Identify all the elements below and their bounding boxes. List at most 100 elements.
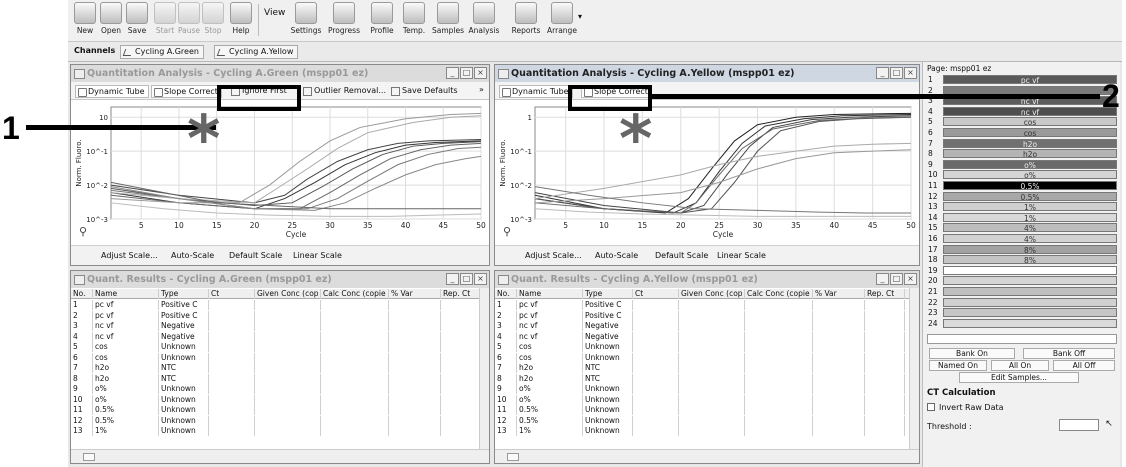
table-row[interactable]: 10 o% Unknown	[71, 394, 481, 405]
table-row[interactable]: 3 nc vf Negative	[495, 321, 909, 331]
column-header[interactable]: Name	[93, 289, 159, 299]
view-temp-button[interactable]: Temp.	[396, 2, 432, 35]
vertical-scrollbar[interactable]	[909, 288, 919, 449]
table-row[interactable]: 5 cos Unknown	[71, 342, 481, 352]
table-row[interactable]: 13 1% Unknown	[71, 426, 481, 436]
vertical-scrollbar[interactable]	[479, 288, 489, 449]
table-row[interactable]: 7 h2o NTC	[71, 363, 481, 373]
sample-name-cell[interactable]: h2o	[943, 149, 1117, 159]
threshold-input[interactable]	[1059, 419, 1099, 431]
zoom-icon[interactable]: ⚲	[79, 225, 87, 238]
column-header[interactable]: % Var	[389, 289, 441, 299]
table-row[interactable]: 9 o% Unknown	[71, 384, 481, 394]
adjust-scale-button[interactable]: Adjust Scale...	[525, 251, 582, 260]
sample-row[interactable]: 17 8%	[925, 244, 1119, 255]
minimize-icon[interactable]: _	[876, 67, 889, 79]
pause-button[interactable]: Pause	[176, 2, 202, 35]
sample-row[interactable]: 24	[925, 318, 1119, 329]
linear-scale-button[interactable]: Linear Scale	[293, 251, 342, 260]
sample-name-cell[interactable]: 8%	[943, 255, 1117, 265]
view-profile-button[interactable]: Profile	[364, 2, 400, 35]
sample-name-cell[interactable]	[943, 287, 1117, 296]
column-header[interactable]: Name	[517, 289, 583, 299]
sample-row[interactable]: 4 nc vf	[925, 106, 1119, 117]
sample-row[interactable]: 7 h2o	[925, 138, 1119, 149]
sample-row[interactable]: 13 1%	[925, 202, 1119, 212]
sample-row[interactable]: 18 8%	[925, 255, 1119, 265]
sample-row[interactable]: 16 4%	[925, 234, 1119, 244]
sample-row[interactable]: 19	[925, 265, 1119, 276]
sample-row[interactable]: 12 0.5%	[925, 191, 1119, 202]
table-row[interactable]: 10 o% Unknown	[495, 394, 909, 405]
table-row[interactable]: 4 nc vf Negative	[495, 331, 909, 342]
scroll-thumb[interactable]	[507, 453, 519, 461]
minimize-icon[interactable]: _	[446, 67, 459, 79]
column-header[interactable]: Ct	[209, 289, 255, 299]
auto-scale-button[interactable]: Auto-Scale	[171, 251, 214, 260]
help-button[interactable]: Help	[228, 2, 254, 35]
sample-row[interactable]: 21	[925, 287, 1119, 297]
sample-name-cell[interactable]: cos	[943, 128, 1117, 138]
maximize-icon[interactable]: □	[890, 273, 903, 285]
sample-name-cell[interactable]: nc vf	[943, 106, 1117, 117]
sample-name-cell[interactable]: 1%	[943, 202, 1117, 212]
close-icon[interactable]: ×	[474, 67, 487, 79]
table-row[interactable]: 8 h2o NTC	[71, 373, 481, 384]
horizontal-scrollbar[interactable]	[495, 449, 919, 463]
linear-scale-button[interactable]: Linear Scale	[717, 251, 766, 260]
slope-correct-button[interactable]: Slope Correct	[151, 85, 222, 98]
threshold-pointer-icon[interactable]: ↖	[1103, 419, 1115, 431]
invert-raw-data-checkbox[interactable]	[927, 403, 935, 411]
table-row[interactable]: 11 0.5% Unknown	[71, 405, 481, 415]
column-header[interactable]: Given Conc (cop	[679, 289, 745, 299]
sample-name-cell[interactable]: 8%	[943, 244, 1117, 255]
column-header[interactable]: Calc Conc (copie	[745, 289, 813, 299]
table-row[interactable]: 7 h2o NTC	[495, 363, 909, 373]
column-header[interactable]: Rep. Ct	[441, 289, 481, 299]
more-tools-icon[interactable]: »	[479, 85, 484, 94]
open-button[interactable]: Open	[98, 2, 124, 35]
close-icon[interactable]: ×	[904, 273, 917, 285]
channel-tab-yellow[interactable]: Cycling A.Yellow	[214, 45, 299, 59]
table-row[interactable]: 1 pc vf Positive C	[495, 300, 909, 310]
start-button[interactable]: Start	[152, 2, 178, 35]
sample-row[interactable]: 1 pc vf	[925, 75, 1119, 85]
table-row[interactable]: 6 cos Unknown	[71, 352, 481, 363]
column-header[interactable]: Ct	[633, 289, 679, 299]
sample-name-cell[interactable]: 0.5%	[943, 191, 1117, 202]
default-scale-button[interactable]: Default Scale	[655, 251, 708, 260]
sample-name-cell[interactable]: h2o	[943, 138, 1117, 149]
view-progress-button[interactable]: Progress	[326, 2, 362, 35]
dynamic-tube-button[interactable]: Dynamic Tube	[499, 85, 573, 98]
sample-row[interactable]: 9 o%	[925, 159, 1119, 170]
sample-row[interactable]: 23	[925, 308, 1119, 318]
table-row[interactable]: 13 1% Unknown	[495, 426, 909, 436]
sample-name-cell[interactable]: o%	[943, 159, 1117, 170]
stop-button[interactable]: Stop	[200, 2, 226, 35]
table-row[interactable]: 6 cos Unknown	[495, 352, 909, 363]
sample-name-cell[interactable]: 0.5%	[943, 181, 1117, 191]
sample-name-cell[interactable]	[943, 276, 1117, 286]
edit-samples-button[interactable]: Edit Samples...	[959, 372, 1079, 383]
sample-row[interactable]: 11 0.5%	[925, 181, 1119, 191]
table-row[interactable]: 11 0.5% Unknown	[495, 405, 909, 415]
sample-list-scrollbar[interactable]	[927, 334, 1117, 344]
outlier-removal-button[interactable]: Outlier Removal...	[303, 86, 386, 96]
view-reports-button[interactable]: Reports	[508, 2, 544, 35]
maximize-icon[interactable]: □	[460, 273, 473, 285]
sample-row[interactable]: 6 cos	[925, 128, 1119, 138]
sample-name-cell[interactable]	[943, 265, 1117, 275]
column-header[interactable]: Type	[159, 289, 209, 299]
horizontal-scrollbar[interactable]	[71, 449, 489, 463]
table-row[interactable]: 1 pc vf Positive C	[71, 300, 481, 310]
save-button[interactable]: Save	[124, 2, 150, 35]
maximize-icon[interactable]: □	[890, 67, 903, 79]
table-row[interactable]: 12 0.5% Unknown	[71, 415, 481, 426]
table-row[interactable]: 2 pc vf Positive C	[71, 310, 481, 321]
close-icon[interactable]: ×	[474, 273, 487, 285]
new-button[interactable]: New	[72, 2, 98, 35]
close-icon[interactable]: ×	[904, 67, 917, 79]
auto-scale-button[interactable]: Auto-Scale	[595, 251, 638, 260]
sample-name-cell[interactable]	[943, 308, 1117, 318]
maximize-icon[interactable]: □	[460, 67, 473, 79]
